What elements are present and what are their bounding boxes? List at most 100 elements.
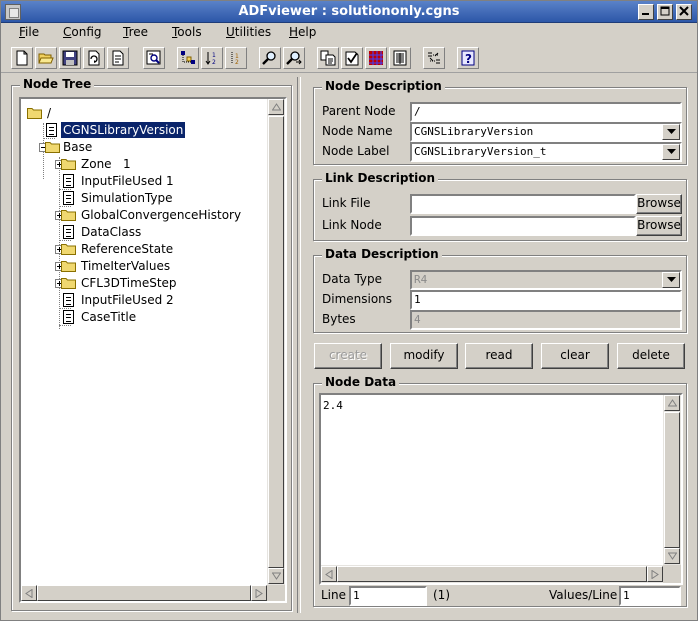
data-type-combo[interactable]: R4 bbox=[410, 270, 682, 290]
tree-horizontal-scrollbar[interactable] bbox=[21, 585, 267, 601]
new-file-icon bbox=[16, 50, 28, 66]
arrow-up-icon bbox=[272, 103, 281, 111]
menu-help[interactable]: Help bbox=[289, 25, 316, 39]
scroll-down-button[interactable] bbox=[664, 548, 680, 564]
search-button[interactable] bbox=[259, 47, 281, 69]
tree-item-cfl3dtimestep[interactable]: CFL3DTimeStep bbox=[21, 275, 261, 292]
tree-numbers-button[interactable]: 12 bbox=[225, 47, 247, 69]
find-node-button[interactable] bbox=[143, 47, 165, 69]
svg-text:1: 1 bbox=[212, 52, 216, 59]
check-button[interactable] bbox=[341, 47, 363, 69]
tree-item-referencestate[interactable]: ReferenceState bbox=[21, 241, 261, 258]
folder-icon bbox=[61, 210, 76, 221]
line-field[interactable]: 1 bbox=[349, 586, 427, 606]
node-data-content: 2.4 bbox=[323, 399, 343, 412]
clear-button[interactable]: clear bbox=[541, 343, 609, 369]
tree-vertical-scrollbar[interactable] bbox=[267, 99, 285, 585]
toolbar: 12 12 ? bbox=[1, 43, 697, 73]
tree-item-base[interactable]: Base bbox=[21, 139, 261, 156]
window-title: ADFviewer : solutiononly.cgns bbox=[238, 4, 460, 19]
delete-button[interactable]: delete bbox=[617, 343, 685, 369]
tree-item-inputfileused-2[interactable]: InputFileUsed 2 bbox=[21, 292, 261, 309]
tree-sort-button[interactable]: 12 bbox=[201, 47, 223, 69]
close-icon bbox=[679, 6, 689, 16]
node-name-dropdown-button[interactable] bbox=[662, 124, 680, 140]
compare-button[interactable] bbox=[423, 47, 445, 69]
minimize-button[interactable] bbox=[638, 4, 654, 20]
document-icon bbox=[63, 174, 74, 188]
tree-item-cgnslibraryversion[interactable]: CGNSLibraryVersion bbox=[21, 121, 261, 139]
open-folder-button[interactable] bbox=[35, 47, 57, 69]
tree-item-zone-1[interactable]: Zone 1 bbox=[21, 156, 261, 173]
node-tree-view[interactable]: / CGNSLibraryVersion Base Zone 1 InputFi… bbox=[19, 97, 287, 603]
dimensions-field[interactable]: 1 bbox=[410, 290, 682, 310]
scroll-left-button[interactable] bbox=[321, 566, 337, 582]
save-icon bbox=[62, 50, 78, 66]
tree-item-inputfileused-1[interactable]: InputFileUsed 1 bbox=[21, 173, 261, 190]
table-button[interactable] bbox=[389, 47, 411, 69]
tree-item-label: InputFileUsed 1 bbox=[81, 174, 174, 188]
node-data-horizontal-scrollbar[interactable] bbox=[321, 565, 663, 583]
scroll-thumb[interactable] bbox=[268, 116, 284, 568]
parent-node-field[interactable]: / bbox=[410, 102, 682, 122]
link-file-field[interactable] bbox=[410, 194, 636, 214]
arrow-down-icon bbox=[272, 572, 281, 580]
folder-icon bbox=[61, 244, 76, 255]
node-data-vertical-scrollbar[interactable] bbox=[663, 395, 681, 565]
close-button[interactable] bbox=[676, 4, 692, 20]
scroll-right-button[interactable] bbox=[647, 566, 663, 582]
plot-button[interactable] bbox=[365, 47, 387, 69]
menu-bar: File Config Tree Tools Utilities Help bbox=[1, 23, 697, 43]
link-node-field[interactable] bbox=[410, 216, 636, 236]
menu-tools[interactable]: Tools bbox=[172, 25, 202, 39]
scroll-down-button[interactable] bbox=[268, 568, 284, 584]
parent-node-label: Parent Node bbox=[322, 104, 396, 118]
tree-item-dataclass[interactable]: DataClass bbox=[21, 224, 261, 241]
copy-button[interactable] bbox=[317, 47, 339, 69]
node-label-dropdown-button[interactable] bbox=[662, 144, 680, 160]
tree-item-label: CaseTitle bbox=[81, 310, 137, 324]
modify-button[interactable]: modify bbox=[390, 343, 458, 369]
scroll-left-button[interactable] bbox=[21, 585, 37, 601]
node-label-combo[interactable]: CGNSLibraryVersion_t bbox=[410, 142, 682, 162]
menu-file[interactable]: File bbox=[19, 25, 39, 39]
tree-item-globalconvergencehistory[interactable]: GlobalConvergenceHistory bbox=[21, 207, 261, 224]
new-file-button[interactable] bbox=[11, 47, 33, 69]
properties-button[interactable] bbox=[107, 47, 129, 69]
tree-item-timeitervalues[interactable]: TimeIterValues bbox=[21, 258, 261, 275]
maximize-button[interactable] bbox=[657, 4, 673, 20]
scroll-right-button[interactable] bbox=[251, 585, 267, 601]
search-next-button[interactable] bbox=[283, 47, 305, 69]
scroll-thumb[interactable] bbox=[337, 566, 647, 582]
tree-item-label: CFL3DTimeStep bbox=[81, 276, 177, 290]
menu-config[interactable]: Config bbox=[63, 25, 102, 39]
tree-expand-button[interactable] bbox=[177, 47, 199, 69]
folder-icon bbox=[61, 159, 76, 170]
tree-item-casetitle[interactable]: CaseTitle bbox=[21, 309, 261, 326]
menu-help-rest: elp bbox=[298, 25, 317, 39]
scroll-thumb[interactable] bbox=[664, 412, 680, 548]
menu-tools-rest: ools bbox=[177, 25, 202, 39]
node-data-textarea[interactable]: 2.4 bbox=[319, 393, 683, 585]
refresh-button[interactable] bbox=[83, 47, 105, 69]
values-per-line-field[interactable]: 1 bbox=[619, 586, 681, 606]
link-node-browse-button[interactable]: Browse bbox=[636, 216, 682, 236]
data-type-label: Data Type bbox=[322, 272, 383, 286]
data-type-dropdown-button[interactable] bbox=[662, 272, 680, 288]
read-button[interactable]: read bbox=[465, 343, 533, 369]
line-label: Line bbox=[321, 588, 347, 602]
scroll-up-button[interactable] bbox=[664, 395, 680, 411]
link-file-browse-button[interactable]: Browse bbox=[636, 194, 682, 214]
menu-tree[interactable]: Tree bbox=[123, 25, 148, 39]
save-button[interactable] bbox=[59, 47, 81, 69]
scroll-up-button[interactable] bbox=[268, 99, 284, 115]
help-button[interactable]: ? bbox=[457, 47, 479, 69]
tree-item-root[interactable]: / bbox=[21, 105, 261, 122]
create-button[interactable]: create bbox=[314, 343, 382, 369]
menu-utilities[interactable]: Utilities bbox=[226, 25, 271, 39]
pane-splitter[interactable] bbox=[297, 77, 301, 613]
node-name-combo[interactable]: CGNSLibraryVersion bbox=[410, 122, 682, 142]
scroll-thumb[interactable] bbox=[37, 585, 251, 601]
tree-sort-icon: 12 bbox=[205, 52, 216, 66]
tree-item-simulationtype[interactable]: SimulationType bbox=[21, 190, 261, 207]
